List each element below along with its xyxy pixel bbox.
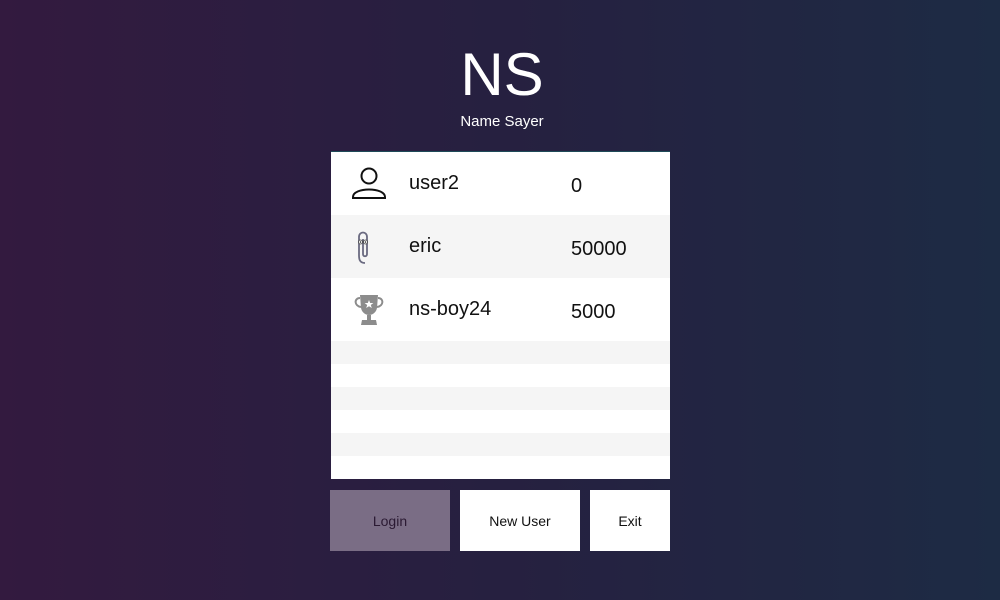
user-name: ns-boy24 <box>409 298 492 320</box>
user-score: 0 <box>571 175 583 197</box>
login-button[interactable]: Login <box>330 490 450 551</box>
empty-row <box>331 433 670 456</box>
person-icon <box>352 167 386 199</box>
user-name: eric <box>409 235 442 257</box>
user-name: user2 <box>409 172 460 194</box>
empty-row <box>331 456 670 479</box>
paperclip-icon <box>358 231 368 264</box>
trophy-icon <box>354 295 384 325</box>
user-list[interactable]: user2 0 eric 50000 ns-boy24 5000 <box>331 151 670 479</box>
empty-row <box>331 341 670 364</box>
user-row[interactable]: ns-boy24 5000 <box>331 278 670 341</box>
empty-row <box>331 364 670 387</box>
user-row[interactable]: user2 0 <box>331 152 670 215</box>
app-subtitle: Name Sayer <box>460 113 544 130</box>
app-title: NS <box>460 41 544 108</box>
empty-row <box>331 387 670 410</box>
user-score: 5000 <box>571 301 616 323</box>
new-user-button[interactable]: New User <box>460 490 580 551</box>
user-score: 50000 <box>571 238 627 260</box>
exit-button[interactable]: Exit <box>590 490 670 551</box>
empty-row <box>331 410 670 433</box>
user-row[interactable]: eric 50000 <box>331 215 670 278</box>
